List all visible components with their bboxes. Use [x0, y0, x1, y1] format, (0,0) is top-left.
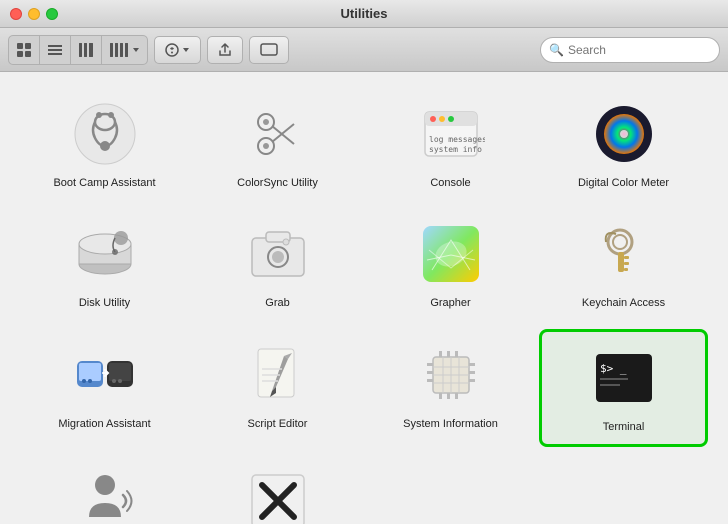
app-item-x11[interactable]: X11	[193, 455, 362, 524]
disk-utility-icon	[69, 218, 141, 290]
search-box[interactable]: 🔍	[540, 37, 720, 63]
close-button[interactable]	[10, 8, 22, 20]
view-mode-group	[8, 35, 148, 65]
title-bar: Utilities	[0, 0, 728, 28]
app-label-system-information: System Information	[403, 417, 498, 431]
app-item-boot-camp[interactable]: Boot Camp Assistant	[20, 88, 189, 200]
app-item-system-information[interactable]: System Information	[366, 329, 535, 447]
svg-text:system info: system info	[429, 145, 482, 154]
app-label-grab: Grab	[265, 296, 289, 310]
svg-text:log messages...: log messages...	[429, 135, 485, 144]
x11-icon	[242, 465, 314, 524]
view-flow-button[interactable]	[102, 36, 147, 64]
digital-color-meter-icon	[588, 98, 660, 170]
app-label-disk-utility: Disk Utility	[79, 296, 130, 310]
app-item-digital-color-meter[interactable]: Digital Color Meter	[539, 88, 708, 200]
terminal-icon: $> _	[588, 342, 660, 414]
grapher-icon	[415, 218, 487, 290]
toolbar: 🔍	[0, 28, 728, 72]
migration-assistant-icon	[69, 339, 141, 411]
view-list-button[interactable]	[40, 36, 71, 64]
system-information-icon	[415, 339, 487, 411]
app-label-keychain-access: Keychain Access	[582, 296, 665, 310]
app-item-grab[interactable]: Grab	[193, 208, 362, 320]
app-label-migration-assistant: Migration Assistant	[58, 417, 150, 431]
app-item-voiceover-utility[interactable]: VoiceOver Utility	[20, 455, 189, 524]
app-item-terminal[interactable]: $> _ Terminal	[539, 329, 708, 447]
screen-button[interactable]	[249, 36, 289, 64]
view-columns-button[interactable]	[71, 36, 102, 64]
search-icon: 🔍	[549, 43, 564, 57]
action-button[interactable]	[154, 36, 201, 64]
app-item-disk-utility[interactable]: Disk Utility	[20, 208, 189, 320]
app-grid: Boot Camp Assistant ColorSync Utility	[20, 88, 708, 524]
app-label-digital-color-meter: Digital Color Meter	[578, 176, 669, 190]
app-label-script-editor: Script Editor	[248, 417, 308, 431]
app-item-colorsync[interactable]: ColorSync Utility	[193, 88, 362, 200]
search-input[interactable]	[568, 43, 711, 57]
traffic-lights	[10, 8, 58, 20]
share-button[interactable]	[207, 36, 243, 64]
app-label-console: Console	[430, 176, 470, 190]
app-label-boot-camp: Boot Camp Assistant	[53, 176, 155, 190]
colorsync-icon	[242, 98, 314, 170]
view-icon-button[interactable]	[9, 36, 40, 64]
minimize-button[interactable]	[28, 8, 40, 20]
app-item-grapher[interactable]: Grapher	[366, 208, 535, 320]
keychain-access-icon	[588, 218, 660, 290]
voiceover-utility-icon	[69, 465, 141, 524]
app-item-migration-assistant[interactable]: Migration Assistant	[20, 329, 189, 447]
main-content: Boot Camp Assistant ColorSync Utility	[0, 72, 728, 524]
window-title: Utilities	[341, 6, 388, 21]
app-item-console[interactable]: log messages... system info Console	[366, 88, 535, 200]
boot-camp-icon	[69, 98, 141, 170]
script-editor-icon	[242, 339, 314, 411]
app-item-keychain-access[interactable]: Keychain Access	[539, 208, 708, 320]
app-label-grapher: Grapher	[430, 296, 470, 310]
grab-icon	[242, 218, 314, 290]
maximize-button[interactable]	[46, 8, 58, 20]
svg-text:$> _: $> _	[600, 362, 627, 375]
app-item-script-editor[interactable]: Script Editor	[193, 329, 362, 447]
app-label-colorsync: ColorSync Utility	[237, 176, 318, 190]
console-icon: log messages... system info	[415, 98, 487, 170]
app-label-terminal: Terminal	[603, 420, 645, 434]
